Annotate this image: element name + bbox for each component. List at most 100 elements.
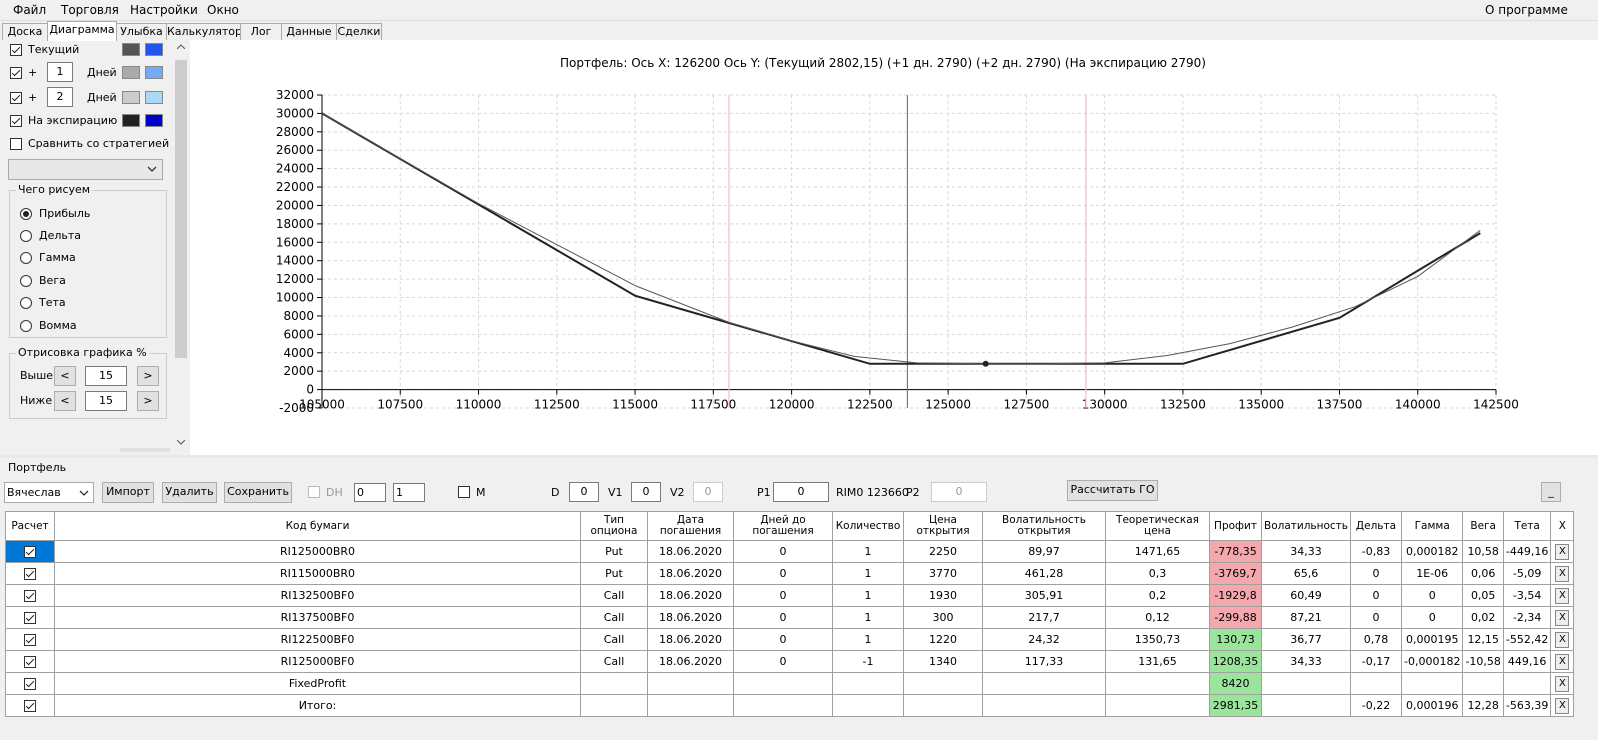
below-input[interactable]: 15 (85, 391, 127, 411)
d1-color-dark[interactable] (122, 66, 140, 79)
d1-color-light[interactable] (145, 66, 163, 79)
table-row[interactable]: RI122500BF0 Call 18.06.2020 0 1 1220 24,32 1350… (5, 628, 1575, 651)
col-qty[interactable]: Количество (832, 511, 904, 541)
radio-vega[interactable] (20, 275, 32, 287)
table-row[interactable]: Итого: 2981,35 -0,22 0,000196 12,28 -563,39 X (5, 694, 1575, 717)
scroll-thumb[interactable] (175, 60, 187, 358)
table-row[interactable]: RI125000BF0 Call 18.06.2020 0 -1 1340 117,33 13… (5, 650, 1575, 673)
col-type[interactable]: Тип опциона (580, 511, 648, 541)
v2-input[interactable]: 0 (693, 482, 723, 502)
row-calc-checkbox[interactable] (24, 656, 36, 668)
remove-row-button[interactable]: X (1555, 587, 1570, 604)
above-inc-button[interactable]: > (137, 366, 159, 386)
scroll-down-icon[interactable] (177, 440, 185, 445)
row-calc-checkbox[interactable] (24, 590, 36, 602)
delete-button[interactable]: Удалить (162, 482, 217, 503)
exp-color-light[interactable] (145, 114, 163, 127)
remove-row-button[interactable]: X (1555, 631, 1570, 648)
tab-board[interactable]: Доска (2, 23, 48, 40)
radio-vomma[interactable] (20, 320, 32, 332)
col-calc[interactable]: Расчет (5, 511, 55, 541)
calc-cell[interactable] (5, 584, 55, 607)
d-input[interactable]: 0 (569, 482, 599, 502)
radio-delta[interactable] (20, 230, 32, 242)
plus1-checkbox[interactable] (10, 67, 22, 79)
remove-row-button[interactable]: X (1555, 675, 1570, 692)
remove-row-button[interactable]: X (1555, 565, 1570, 582)
col-days[interactable]: Дней до погашения (733, 511, 833, 541)
remove-row-button[interactable]: X (1555, 543, 1570, 560)
scroll-up-icon[interactable] (177, 44, 185, 49)
d2-color-light[interactable] (145, 91, 163, 104)
table-row[interactable]: RI115000BR0 Put 18.06.2020 0 1 3770 461,28 0,3-… (5, 562, 1575, 585)
row-calc-checkbox[interactable] (24, 700, 36, 712)
col-vega[interactable]: Вега (1462, 511, 1504, 541)
menu-about[interactable]: О программе (1485, 3, 1568, 17)
remove-row-button[interactable]: X (1555, 697, 1570, 714)
row-calc-checkbox[interactable] (24, 568, 36, 580)
menu-file[interactable]: Файл (13, 3, 46, 17)
calc-cell[interactable] (5, 540, 55, 563)
calc-go-button[interactable]: Рассчитать ГО (1067, 480, 1158, 501)
p2-input[interactable]: 0 (931, 482, 987, 502)
table-row[interactable]: RI137500BF0 Call 18.06.2020 0 1 300 217,7 0,12-… (5, 606, 1575, 629)
dh-checkbox[interactable] (308, 486, 320, 498)
days1-input[interactable]: 1 (47, 62, 73, 82)
col-gamma[interactable]: Гамма (1400, 511, 1464, 541)
d2-color-dark[interactable] (122, 91, 140, 104)
save-button[interactable]: Сохранить (224, 482, 292, 503)
m-checkbox[interactable] (458, 486, 470, 498)
menu-trade[interactable]: Торговля (61, 3, 119, 17)
calc-cell[interactable] (5, 606, 55, 629)
below-dec-button[interactable]: < (54, 391, 76, 411)
row-calc-checkbox[interactable] (24, 678, 36, 690)
radio-profit[interactable] (20, 208, 32, 220)
calc-cell[interactable] (5, 650, 55, 673)
calc-cell[interactable] (5, 694, 55, 717)
row-calc-checkbox[interactable] (24, 612, 36, 624)
tab-deals[interactable]: Сделки (336, 23, 382, 40)
plus2-checkbox[interactable] (10, 92, 22, 104)
expiration-checkbox[interactable] (10, 115, 22, 127)
left-hscroll[interactable] (120, 448, 170, 452)
radio-theta[interactable] (20, 297, 32, 309)
col-code[interactable]: Код бумаги (54, 511, 581, 541)
table-row[interactable]: RI125000BR0 Put 18.06.2020 0 1 2250 89,97 1471,… (5, 540, 1575, 563)
col-date[interactable]: Дата погашения (647, 511, 734, 541)
compare-checkbox[interactable] (10, 138, 22, 150)
row-calc-checkbox[interactable] (24, 634, 36, 646)
menu-settings[interactable]: Настройки (130, 3, 198, 17)
col-delta[interactable]: Дельта (1349, 511, 1402, 541)
above-input[interactable]: 15 (85, 366, 127, 386)
col-x[interactable]: X (1550, 511, 1575, 541)
v1-input[interactable]: 0 (631, 482, 661, 502)
calc-cell[interactable] (5, 628, 55, 651)
account-select[interactable]: Вячеслав (4, 482, 94, 503)
days2-input[interactable]: 2 (47, 87, 73, 107)
exp-color-dark[interactable] (122, 114, 140, 127)
col-theo[interactable]: Теоретическая цена (1105, 511, 1210, 541)
col-price[interactable]: Цена открытия (903, 511, 983, 541)
col-theta[interactable]: Тета (1502, 511, 1552, 541)
minimize-button[interactable]: _ (1541, 482, 1561, 502)
tab-log[interactable]: Лог (240, 23, 282, 40)
table-row[interactable]: FixedProfit 8420 X (5, 672, 1575, 695)
col-vol[interactable]: Волатильность (1261, 511, 1351, 541)
p1-input[interactable]: 0 (773, 482, 829, 502)
menu-window[interactable]: Окно (207, 3, 239, 17)
above-dec-button[interactable]: < (54, 366, 76, 386)
tab-diagram[interactable]: Диаграмма (47, 21, 117, 41)
below-inc-button[interactable]: > (137, 391, 159, 411)
tab-calculator[interactable]: Калькулятор (166, 23, 242, 40)
dh-spin1[interactable]: 0 (354, 483, 386, 502)
tab-data[interactable]: Данные (281, 23, 337, 40)
left-scrollbar[interactable] (174, 40, 188, 452)
row-calc-checkbox[interactable] (24, 546, 36, 558)
table-row[interactable]: RI132500BF0 Call 18.06.2020 0 1 1930 305,91 0,2… (5, 584, 1575, 607)
col-profit[interactable]: Профит (1209, 511, 1262, 541)
profit-chart[interactable]: 3200030000280002600024000220002000018000… (190, 40, 1598, 455)
current-checkbox[interactable] (10, 44, 22, 56)
current-color-light[interactable] (145, 43, 163, 56)
radio-gamma[interactable] (20, 252, 32, 264)
strategy-dropdown[interactable] (8, 159, 163, 180)
